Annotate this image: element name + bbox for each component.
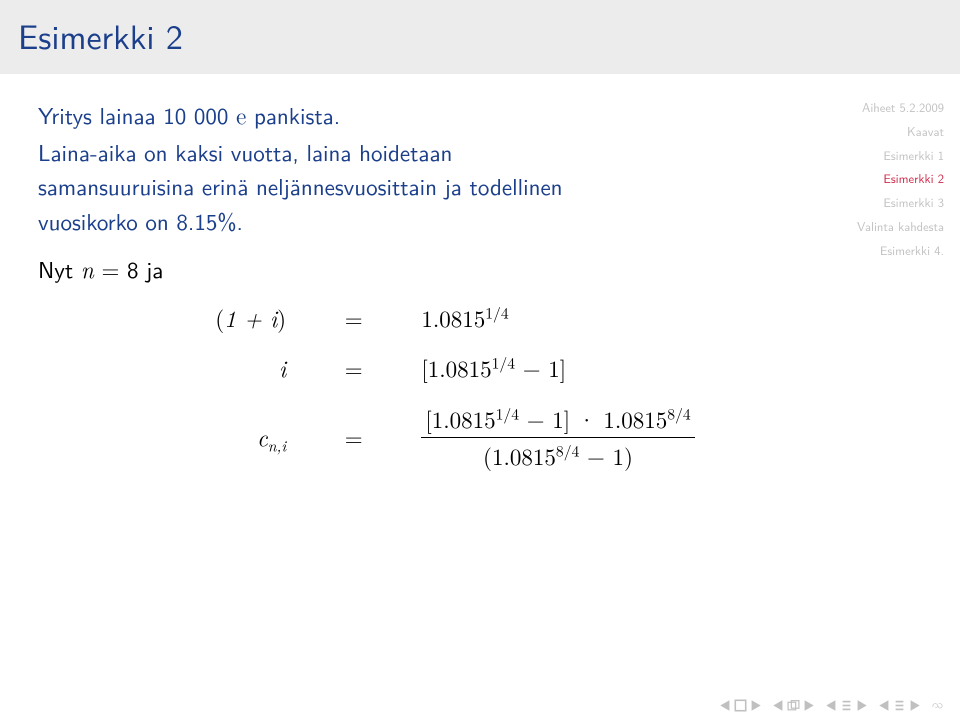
sidebar-item-esimerkki4[interactable]: Esimerkki 4.: [782, 239, 944, 263]
eq3-den-post: − 1): [579, 439, 633, 472]
line1-pre: Yritys lainaa 10 000: [38, 98, 236, 132]
eq3-num-pre: [1.0815: [425, 402, 495, 435]
paragraph-2: Laina-aika on kaksi vuotta, laina hoidet…: [38, 135, 598, 239]
triangle-left-icon: [878, 699, 891, 712]
eq1-equals: =: [304, 301, 403, 336]
paragraph-1: Yritys lainaa 10 000 e pankista.: [38, 98, 776, 133]
eq3-den-pre: (1.0815: [483, 439, 556, 472]
eq2-equals: =: [304, 351, 403, 386]
content-row: Yritys lainaa 10 000 e pankista. Laina-a…: [0, 74, 960, 474]
eq1-base: 1.0815: [421, 301, 485, 334]
eq3-lhs: cn,i: [134, 420, 286, 455]
sidebar-item-aiheet[interactable]: Aiheet 5.2.2009: [782, 96, 944, 120]
sidebar-item-esimerkki3[interactable]: Esimerkki 3: [782, 191, 944, 215]
eq2-exp: 1/4: [492, 350, 515, 373]
eq2-pre: [1.0815: [421, 351, 491, 384]
nav-first[interactable]: [719, 699, 762, 712]
nav-next[interactable]: [878, 699, 921, 712]
eq2-post: − 1]: [515, 351, 566, 384]
equation-block: (1 + i) = 1.08151/4 i = [1.08151/4 − 1] …: [134, 301, 776, 474]
eq3-equals: =: [304, 420, 403, 455]
triangle-right-icon: [855, 699, 868, 712]
nav-prev[interactable]: [825, 699, 868, 712]
undo-loop-icon: [931, 699, 944, 712]
nav-bar: [719, 699, 944, 712]
sidebar-item-valinta[interactable]: Valinta kahdesta: [782, 215, 944, 239]
triangle-right-icon: [749, 699, 762, 712]
slide-title: Esimerkki 2: [18, 10, 942, 60]
eq3-numerator: [1.08151/4 − 1] · 1.08158/4: [421, 402, 694, 438]
eq1-rhs: 1.08151/4: [421, 301, 776, 336]
paragraph-3: Nyt n = 8 ja: [38, 252, 776, 287]
line1-post: pankista.: [246, 98, 340, 132]
eq3-num-exp2: 8/4: [667, 401, 690, 424]
sidebar-item-esimerkki2[interactable]: Esimerkki 2: [782, 167, 944, 191]
eq3-c: c: [257, 420, 268, 453]
n-var: n: [81, 252, 94, 285]
triangle-right-icon: [802, 699, 815, 712]
eq3-rhs: [1.08151/4 − 1] · 1.08158/4 (1.08158/4 −…: [421, 402, 776, 474]
eq2-lhs: i: [134, 351, 286, 386]
eq3-fraction: [1.08151/4 − 1] · 1.08158/4 (1.08158/4 −…: [421, 402, 694, 474]
sidebar-item-esimerkki1[interactable]: Esimerkki 1: [782, 144, 944, 168]
main-content: Yritys lainaa 10 000 e pankista. Laina-a…: [0, 74, 782, 474]
nav-back[interactable]: [931, 699, 944, 712]
bars-icon: [840, 699, 853, 712]
eq3-num-exp1: 1/4: [496, 401, 519, 424]
eq3-sub: n,i: [268, 434, 286, 457]
eq1-exp: 1/4: [485, 300, 508, 323]
sidebar-item-kaavat[interactable]: Kaavat: [782, 120, 944, 144]
n-intro-mid: = 8 ja: [94, 252, 164, 286]
eq1-lhs: (1 + i): [134, 301, 286, 336]
bars-icon: [893, 699, 906, 712]
nav-prev-section[interactable]: [772, 699, 815, 712]
sidebar: Aiheet 5.2.2009 Kaavat Esimerkki 1 Esime…: [782, 74, 960, 474]
triangle-left-icon: [772, 699, 785, 712]
eq3-denominator: (1.08158/4 − 1): [421, 437, 694, 474]
triangle-right-icon: [908, 699, 921, 712]
n-intro-pre: Nyt: [38, 252, 81, 286]
double-box-icon: [787, 699, 800, 712]
euro-symbol: e: [236, 98, 246, 131]
eq3-num-mid: − 1] · 1.0815: [519, 402, 667, 435]
eq2-rhs: [1.08151/4 − 1]: [421, 351, 776, 386]
box-icon: [734, 699, 747, 712]
triangle-left-icon: [825, 699, 838, 712]
triangle-left-icon: [719, 699, 732, 712]
title-band: Esimerkki 2: [0, 0, 960, 74]
eq3-den-exp: 8/4: [556, 438, 579, 461]
